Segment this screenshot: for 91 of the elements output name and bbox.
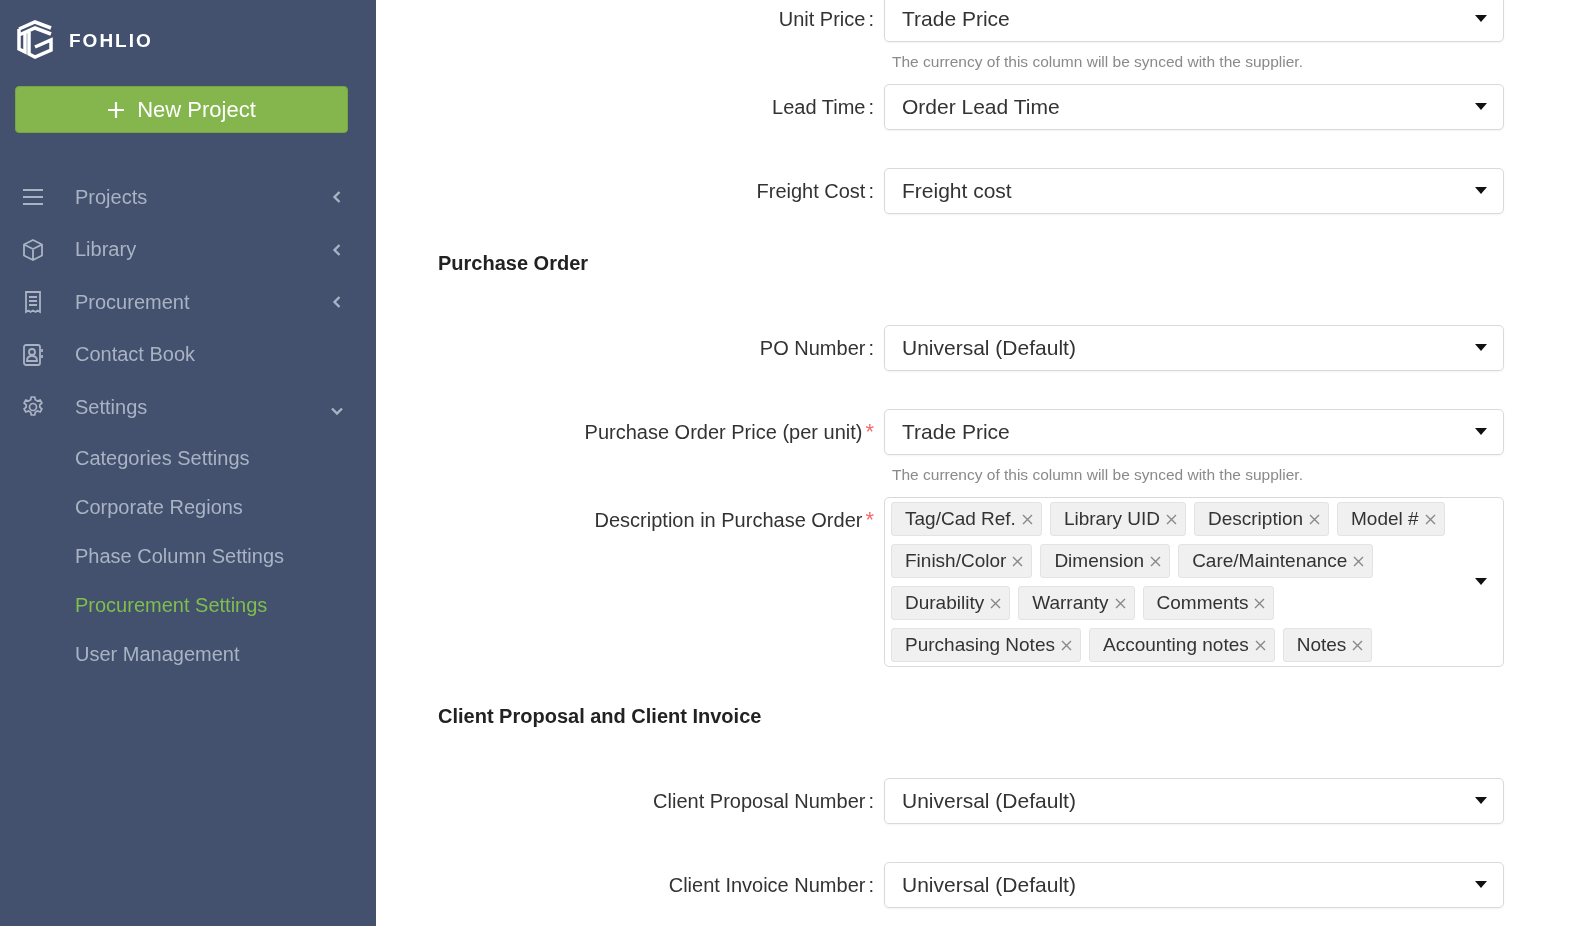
close-icon[interactable] [1150, 555, 1162, 567]
caret-icon [1475, 103, 1487, 111]
tag-label: Care/Maintenance [1192, 550, 1348, 572]
sidebar-item[interactable]: Library [75, 238, 330, 262]
close-icon[interactable] [990, 597, 1002, 609]
tag-chip[interactable]: Dimension [1040, 544, 1171, 578]
section-heading: Client Proposal and Client Invoice [438, 704, 763, 728]
plus-icon [107, 100, 126, 119]
field-label: Unit Price [778, 7, 866, 32]
select-field[interactable]: Trade Price [884, 409, 1504, 455]
caret-icon [1475, 578, 1487, 586]
colon: : [868, 789, 874, 814]
close-icon[interactable] [1012, 555, 1024, 567]
tag-chip[interactable]: Warranty [1018, 586, 1135, 620]
tag-label: Description [1208, 508, 1304, 530]
sidebar-subitem[interactable]: Procurement Settings [0, 580, 376, 630]
tag-label: Purchasing Notes [905, 634, 1055, 656]
tag-label: Warranty [1032, 592, 1109, 614]
tag-label: Accounting notes [1102, 634, 1249, 656]
close-icon[interactable] [1021, 513, 1033, 525]
select-field[interactable]: Freight cost [884, 168, 1504, 214]
field-label: Client Invoice Number [668, 873, 866, 898]
colon: : [868, 336, 874, 361]
select-field[interactable]: Universal (Default) [884, 778, 1504, 824]
caret-icon [1475, 187, 1487, 195]
colon: : [868, 179, 874, 204]
tag-chip[interactable]: Model # [1337, 502, 1445, 536]
sidebar-item[interactable]: Settings [75, 395, 330, 419]
tag-chip[interactable]: Finish/Color [891, 544, 1033, 578]
colon: : [868, 7, 874, 32]
hint-text: The currency of this column will be synced with the supplier. [891, 52, 1304, 72]
close-icon[interactable] [1254, 597, 1266, 609]
sidebar-item[interactable]: Contact Book [75, 343, 376, 367]
sidebar-subitem[interactable]: User Management [0, 629, 376, 679]
close-icon[interactable] [1353, 555, 1365, 567]
tag-label: Comments [1156, 592, 1249, 614]
field-label: PO Number [759, 336, 866, 361]
receipt-icon [23, 290, 43, 315]
field-label: Purchase Order Price (per unit) [584, 420, 863, 445]
close-icon[interactable] [1352, 639, 1364, 651]
section-heading: Purchase Order [438, 251, 590, 275]
tag-label: Durability [905, 592, 985, 614]
contact-book-icon [22, 342, 44, 367]
close-icon[interactable] [1309, 513, 1321, 525]
caret-icon [1475, 15, 1487, 23]
hint-text: The currency of this column will be synced with the supplier. [891, 465, 1304, 485]
tag-chip[interactable]: Durability [891, 586, 1011, 620]
field-label: Client Proposal Number [653, 789, 866, 814]
select-field[interactable]: Universal (Default) [884, 325, 1504, 371]
sidebar-subitem[interactable]: Corporate Regions [0, 482, 376, 532]
select-field[interactable]: Order Lead Time [884, 84, 1504, 130]
field-label: Description in Purchase Order [594, 508, 863, 533]
caret-icon [1475, 344, 1487, 352]
sidebar-subitem[interactable]: Categories Settings [0, 433, 376, 483]
close-icon[interactable] [1114, 597, 1126, 609]
close-icon[interactable] [1254, 639, 1266, 651]
tag-chip[interactable]: Tag/Cad Ref. [891, 502, 1042, 536]
colon: : [868, 873, 874, 898]
required-mark: * [865, 506, 874, 534]
sidebar-item[interactable]: Projects [75, 185, 330, 209]
caret-icon [1475, 797, 1487, 805]
tag-label: Model # [1351, 508, 1419, 530]
close-icon[interactable] [1060, 639, 1072, 651]
select-field[interactable]: Universal (Default) [884, 862, 1504, 908]
field-label: Freight Cost [756, 179, 866, 204]
close-icon[interactable] [1424, 513, 1436, 525]
colon: : [868, 95, 874, 120]
tag-chip[interactable]: Notes [1282, 628, 1373, 662]
caret-icon [1475, 881, 1487, 889]
caret-icon [1475, 428, 1487, 436]
tag-chip[interactable]: Library UID [1049, 502, 1186, 536]
tag-label: Finish/Color [905, 550, 1007, 572]
tag-label: Tag/Cad Ref. [905, 508, 1016, 530]
tag-label: Dimension [1054, 550, 1145, 572]
required-mark: * [865, 418, 874, 446]
cube-icon [21, 237, 45, 262]
sidebar-subitem[interactable]: Phase Column Settings [0, 531, 376, 581]
select-field[interactable]: Trade Price [884, 0, 1504, 42]
tag-chip[interactable]: Purchasing Notes [891, 628, 1081, 662]
tag-label: Notes [1296, 634, 1347, 656]
tag-label: Library UID [1063, 508, 1160, 530]
sidebar-item[interactable]: Procurement [75, 290, 330, 314]
menu-icon [22, 188, 44, 207]
field-label: Lead Time [772, 95, 866, 120]
tag-chip[interactable]: Comments [1142, 586, 1275, 620]
brand-name: FOHLIO [69, 30, 153, 52]
close-icon[interactable] [1166, 513, 1177, 525]
tag-chip[interactable]: Care/Maintenance [1178, 544, 1374, 578]
multi-select-field[interactable]: Tag/Cad Ref. Library UID Description Model # Finish/Color Dimension Care/Maintenance Durability Warranty Comments Purchasing Notes Accounting notes Notes [884, 497, 1504, 667]
tag-chip[interactable]: Description [1194, 502, 1330, 536]
tag-chip[interactable]: Accounting notes [1088, 628, 1275, 662]
